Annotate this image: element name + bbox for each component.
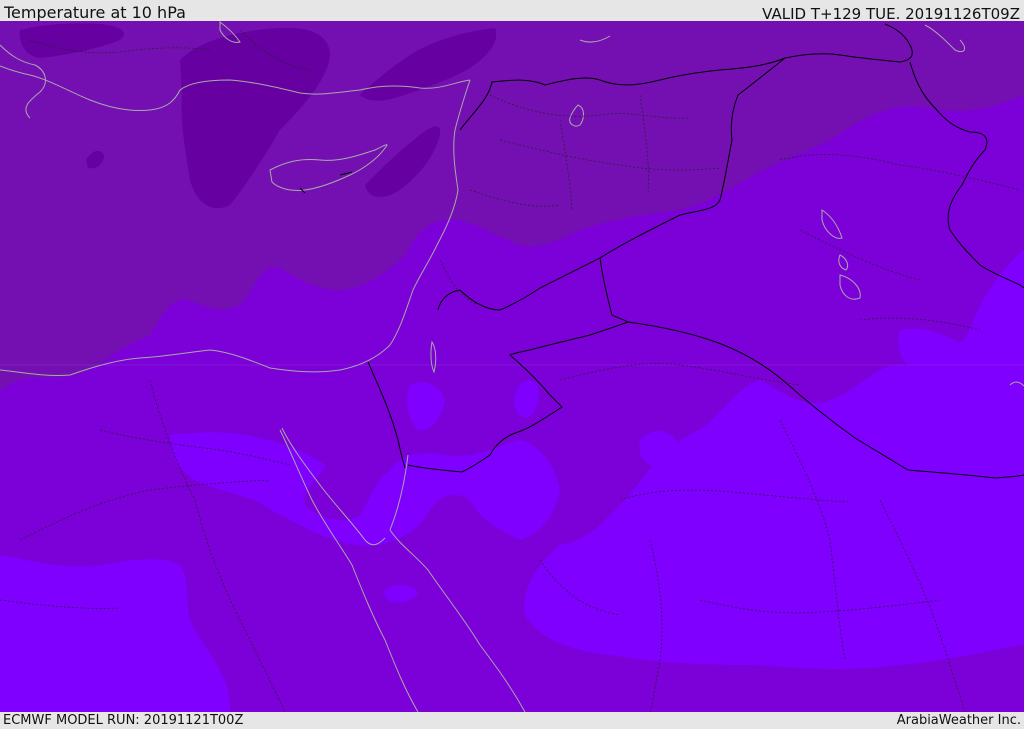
model-run-label: ECMWF MODEL RUN: 20191121T00Z bbox=[3, 713, 244, 728]
map-area bbox=[0, 21, 1024, 712]
credit-label: ArabiaWeather Inc. bbox=[896, 713, 1021, 728]
header-bar: Temperature at 10 hPa VALID T+129 TUE. 2… bbox=[0, 0, 1024, 23]
footer-bar: ECMWF MODEL RUN: 20191121T00Z ArabiaWeat… bbox=[0, 712, 1024, 729]
temperature-map bbox=[0, 21, 1024, 712]
map-title: Temperature at 10 hPa bbox=[4, 3, 186, 22]
